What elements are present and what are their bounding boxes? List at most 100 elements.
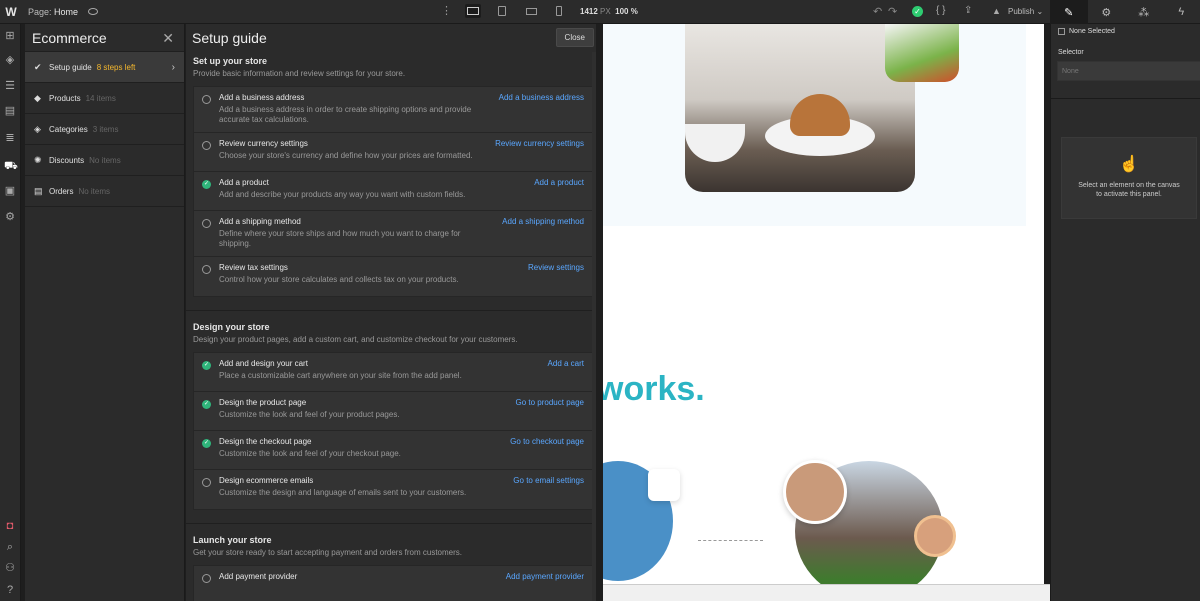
redo-icon[interactable]: ↷ <box>888 5 897 18</box>
task-radio[interactable] <box>202 265 211 274</box>
nav-item-label: Setup guide <box>49 62 92 72</box>
nav-item-categories[interactable]: ◈ Categories 3 items <box>25 114 184 145</box>
collaborators-icon[interactable]: ⚇ <box>4 562 16 574</box>
lightning-tab-icon[interactable]: ϟ <box>1163 0 1200 24</box>
section-headline[interactable]: works. <box>603 370 705 409</box>
task-link[interactable]: Go to email settings <box>513 476 584 485</box>
task-radio[interactable] <box>202 478 211 487</box>
more-options-icon[interactable]: ⋮ <box>441 5 452 17</box>
task-radio[interactable] <box>202 219 211 228</box>
nav-item-products[interactable]: ◆ Products 14 items <box>25 83 184 114</box>
task-done-check-icon[interactable]: ✓ <box>202 439 211 448</box>
task-desc: Customize the look and feel of your chec… <box>219 449 401 458</box>
phone-breakpoint-icon[interactable] <box>551 4 567 18</box>
section-launch-store: Launch your store Get your store ready t… <box>186 535 596 601</box>
nav-item-orders[interactable]: ▤ Orders No items <box>25 176 184 207</box>
task-radio[interactable] <box>202 141 211 150</box>
undo-icon[interactable]: ↶ <box>873 5 882 18</box>
task-done-check-icon[interactable]: ✓ <box>202 361 211 370</box>
right-panel-tabs: ✎ ⚙ ⁂ ϟ <box>1050 0 1200 24</box>
add-panel-plus-icon[interactable]: ⊞ <box>4 30 16 42</box>
salad-photo-image[interactable] <box>885 24 959 82</box>
help-icon[interactable]: ? <box>4 584 16 596</box>
width-value: 1412 <box>580 7 598 16</box>
task-radio[interactable] <box>202 95 211 104</box>
document-icon: ▤ <box>34 186 43 196</box>
empty-state-line1: Select an element on the canvas <box>1078 182 1180 189</box>
close-button[interactable]: Close <box>555 28 594 47</box>
search-icon[interactable]: ⌕ <box>4 541 16 553</box>
section-desc: Provide basic information and review set… <box>193 69 406 78</box>
task-link[interactable]: Go to checkout page <box>510 437 584 446</box>
avatar[interactable] <box>783 460 847 524</box>
task-radio[interactable] <box>202 574 211 583</box>
components-cube-icon[interactable]: ◈ <box>4 54 16 66</box>
food-photo-image[interactable] <box>685 24 915 192</box>
nav-item-discounts[interactable]: ✺ Discounts No items <box>25 145 184 176</box>
task-done-check-icon[interactable]: ✓ <box>202 400 211 409</box>
navigator-icon[interactable]: ☰ <box>4 80 16 92</box>
bowl-shape <box>685 124 745 162</box>
nav-item-setup-guide[interactable]: ✔ Setup guide 8 steps left › <box>25 52 184 83</box>
empty-state-card: ☝ Select an element on the canvas to act… <box>1061 137 1197 219</box>
panel-divider <box>1051 98 1200 99</box>
cms-database-icon[interactable]: ≣ <box>4 132 16 144</box>
task-link[interactable]: Add a shipping method <box>502 217 584 226</box>
code-icon[interactable]: { } <box>936 5 945 16</box>
audit-icon[interactable]: ◘ <box>4 520 16 532</box>
page-selector[interactable]: Page: Home <box>28 7 78 17</box>
guide-scrollbar[interactable] <box>592 52 596 601</box>
checkbox[interactable] <box>1058 28 1065 35</box>
task-desc: Choose your store's currency and define … <box>219 151 473 160</box>
task-review-currency: Review currency settings Choose your sto… <box>194 133 592 172</box>
interactions-tab-drops-icon[interactable]: ⁂ <box>1125 0 1163 24</box>
nav-item-count: 14 items <box>85 93 116 103</box>
section-set-up-store: Set up your store Provide basic informat… <box>186 56 596 297</box>
task-list: Add a business address Add a business ad… <box>193 86 593 297</box>
task-list: Add payment provider Add payment provide… <box>193 565 593 601</box>
publish-button[interactable]: Publish ⌄ <box>1008 7 1043 16</box>
style-panel: None Selected Selector None ☝ Select an … <box>1050 24 1200 601</box>
design-canvas[interactable]: works. <box>603 24 1044 601</box>
task-desc: Define where your store ships and how mu… <box>219 229 461 248</box>
task-design-product-page: ✓ Design the product page Customize the … <box>194 392 592 431</box>
status-ok-icon[interactable]: ✓ <box>912 6 923 17</box>
selector-input[interactable]: None <box>1057 61 1200 81</box>
assets-icon[interactable]: ▣ <box>4 185 16 197</box>
empty-state-line2: to activate this panel. <box>1096 191 1162 198</box>
section-design-store: Design your store Design your product pa… <box>186 322 596 510</box>
preview-eye-icon[interactable] <box>88 8 99 15</box>
webflow-logo-icon[interactable]: W <box>0 0 22 24</box>
task-link[interactable]: Add a product <box>534 178 584 187</box>
pages-icon[interactable]: ▤ <box>4 105 16 117</box>
tablet-breakpoint-icon[interactable] <box>494 4 510 18</box>
task-link[interactable]: Add a cart <box>548 359 584 368</box>
task-link[interactable]: Review settings <box>528 263 584 272</box>
task-add-shipping: Add a shipping method Define where your … <box>194 211 592 257</box>
ecommerce-cart-icon[interactable]: ⛟ <box>4 160 18 172</box>
ecommerce-title: Ecommerce <box>25 24 184 52</box>
task-link[interactable]: Add payment provider <box>506 572 584 581</box>
task-design-emails: Design ecommerce emails Customize the de… <box>194 470 592 509</box>
avatar[interactable] <box>914 515 956 557</box>
landscape-breakpoint-icon[interactable] <box>523 4 539 18</box>
style-tab-brush-icon[interactable]: ✎ <box>1050 0 1088 24</box>
page-name: Home <box>54 6 79 17</box>
task-link[interactable]: Add a business address <box>499 93 584 102</box>
task-list: ✓ Add and design your cart Place a custo… <box>193 352 593 510</box>
desktop-breakpoint-icon[interactable] <box>465 4 481 18</box>
hero-section[interactable] <box>603 24 1026 226</box>
task-link[interactable]: Go to product page <box>516 398 585 407</box>
settings-gear-icon[interactable]: ⚙ <box>4 211 16 223</box>
width-unit: PX <box>600 7 611 16</box>
task-done-check-icon[interactable]: ✓ <box>202 180 211 189</box>
gear-icon: ✺ <box>34 155 42 165</box>
none-selected-toggle[interactable]: None Selected <box>1058 28 1115 35</box>
settings-tab-gear-icon[interactable]: ⚙ <box>1088 0 1126 24</box>
export-icon[interactable]: ⇪ <box>964 5 972 16</box>
nav-item-label: Discounts <box>49 155 85 165</box>
nav-item-label: Products <box>49 93 81 103</box>
apple-logo-icon[interactable] <box>648 469 680 501</box>
close-icon[interactable]: ✕ <box>162 30 174 47</box>
task-link[interactable]: Review currency settings <box>495 139 584 148</box>
